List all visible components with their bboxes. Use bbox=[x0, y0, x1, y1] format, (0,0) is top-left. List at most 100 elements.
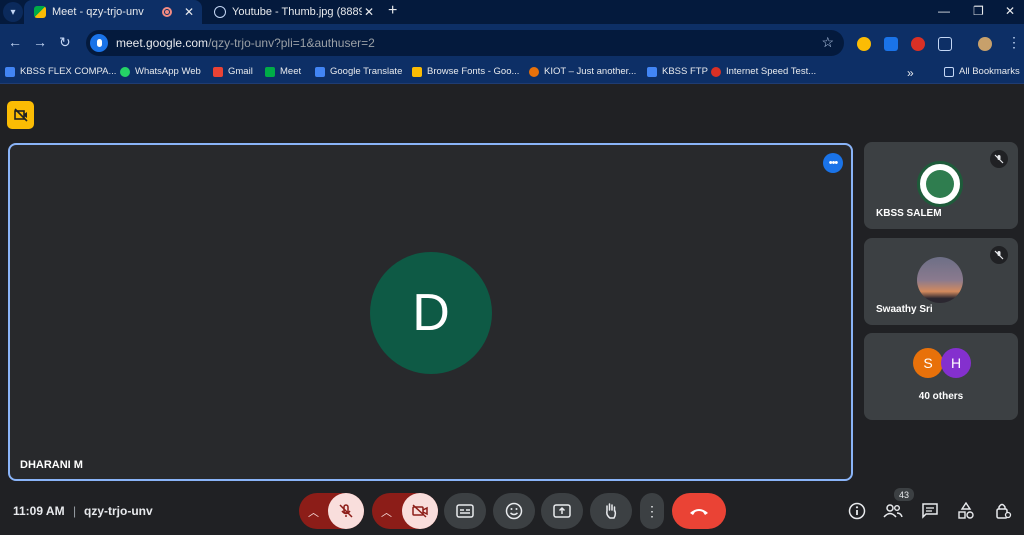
bookmark-label: KIOT – Just another... bbox=[544, 66, 637, 77]
url-path: /qzy-trjo-unv?pli=1&authuser=2 bbox=[208, 36, 375, 50]
bookmark-item[interactable]: WhatsApp Web bbox=[120, 66, 201, 77]
more-options-icon[interactable]: ••• bbox=[823, 153, 843, 173]
back-button[interactable]: ← bbox=[8, 34, 22, 50]
all-bookmarks-label: All Bookmarks bbox=[959, 66, 1020, 77]
bookmark-label: Meet bbox=[280, 66, 302, 77]
camera-toggle-button[interactable] bbox=[402, 493, 438, 529]
forward-button[interactable]: → bbox=[33, 34, 47, 50]
bookmark-favicon-icon bbox=[5, 66, 15, 77]
mic-muted-icon bbox=[990, 150, 1008, 168]
close-tab-icon[interactable]: ✕ bbox=[182, 5, 196, 19]
hang-up-icon bbox=[690, 509, 708, 515]
tab-youtube[interactable]: Youtube - Thumb.jpg (8889×50 ✕ bbox=[204, 0, 382, 24]
tab-meet[interactable]: Meet - qzy-trjo-unv ✕ bbox=[24, 0, 202, 24]
main-participant-name: DHARANI M bbox=[20, 459, 83, 471]
people-button[interactable] bbox=[883, 501, 903, 521]
extensions-puzzle-icon[interactable] bbox=[938, 37, 952, 51]
bookmarks-overflow-button[interactable]: » bbox=[907, 66, 914, 80]
present-screen-button[interactable] bbox=[541, 493, 583, 529]
tab-title: Youtube - Thumb.jpg (8889×50 bbox=[232, 6, 362, 18]
bookmark-item[interactable]: Browse Fonts - Goo... bbox=[412, 66, 519, 77]
bookmark-label: Gmail bbox=[228, 66, 253, 77]
chat-icon bbox=[922, 503, 938, 519]
browser-menu-icon[interactable]: ⋮ bbox=[1007, 34, 1021, 51]
host-controls-button[interactable] bbox=[993, 501, 1013, 521]
activities-button[interactable] bbox=[956, 501, 976, 521]
mic-toggle-button[interactable] bbox=[328, 493, 364, 529]
main-avatar: D bbox=[370, 252, 492, 374]
bookmark-label: Internet Speed Test... bbox=[726, 66, 817, 77]
bookmark-label: WhatsApp Web bbox=[135, 66, 201, 77]
mic-muted-icon bbox=[990, 246, 1008, 264]
more-vert-icon: ⋮ bbox=[645, 502, 659, 519]
tab-search-button[interactable]: ▾ bbox=[3, 2, 23, 22]
participant-tile-swaathy-sri[interactable]: Swaathy Sri bbox=[864, 238, 1018, 325]
close-tab-icon[interactable]: ✕ bbox=[362, 5, 376, 19]
close-window-icon[interactable]: ✕ bbox=[1005, 4, 1015, 18]
audio-control-group: ︿ bbox=[299, 493, 364, 529]
bookmark-item[interactable]: KBSS FTP bbox=[647, 66, 708, 77]
emoji-icon bbox=[505, 502, 523, 520]
raise-hand-button[interactable] bbox=[590, 493, 632, 529]
kiot-icon bbox=[529, 66, 539, 77]
mic-off-icon bbox=[339, 504, 353, 518]
folder-icon bbox=[944, 66, 954, 77]
people-icon bbox=[883, 504, 903, 518]
host-controls-icon bbox=[996, 503, 1012, 519]
restore-icon[interactable]: ❐ bbox=[973, 4, 984, 18]
meet-favicon-icon bbox=[34, 6, 46, 18]
bookmark-item[interactable]: Google Translate bbox=[315, 66, 402, 77]
video-off-icon bbox=[412, 504, 428, 518]
bookmark-star-icon[interactable]: ☆ bbox=[821, 34, 834, 51]
others-count-label: 40 others bbox=[918, 391, 964, 402]
bookmark-label: KBSS FTP bbox=[662, 66, 708, 77]
more-options-button[interactable]: ⋮ bbox=[640, 493, 664, 529]
extension-icon[interactable] bbox=[911, 37, 925, 51]
main-video-tile[interactable]: D ••• DHARANI M bbox=[8, 143, 853, 481]
address-bar[interactable]: meet.google.com/qzy-trjo-unv?pli=1&authu… bbox=[86, 30, 844, 56]
people-count-badge: 43 bbox=[894, 488, 914, 501]
kbss-icon bbox=[647, 66, 657, 77]
bookmark-label: KBSS FLEX COMPA... bbox=[20, 66, 117, 77]
new-tab-button[interactable]: + bbox=[388, 2, 397, 20]
url-text: meet.google.com/qzy-trjo-unv?pli=1&authu… bbox=[116, 36, 375, 50]
bookmark-item[interactable]: KBSS FLEX COMPA... bbox=[5, 66, 116, 77]
extension-icon[interactable] bbox=[857, 37, 871, 51]
kbss-logo-avatar bbox=[917, 161, 963, 207]
site-info-icon[interactable] bbox=[90, 34, 108, 52]
audio-options-chevron-icon[interactable]: ︿ bbox=[308, 504, 319, 520]
minimize-icon[interactable]: — bbox=[938, 4, 950, 18]
chat-button[interactable] bbox=[920, 501, 940, 521]
bookmarks-bar: KBSS FLEX COMPA... WhatsApp Web Gmail Me… bbox=[0, 62, 1024, 84]
leave-call-button[interactable] bbox=[672, 493, 726, 529]
participant-photo-avatar bbox=[917, 257, 963, 303]
captions-button[interactable] bbox=[444, 493, 486, 529]
bookmark-item[interactable]: Meet bbox=[265, 66, 301, 77]
camera-off-badge[interactable] bbox=[7, 101, 34, 129]
fonts-icon bbox=[412, 66, 422, 77]
emoji-reactions-button[interactable] bbox=[493, 493, 535, 529]
extension-icon[interactable] bbox=[884, 37, 898, 51]
others-avatar: H bbox=[941, 348, 971, 378]
speedtest-icon bbox=[711, 66, 721, 77]
profile-avatar[interactable] bbox=[978, 37, 992, 51]
activities-icon bbox=[958, 502, 974, 519]
video-control-group: ︿ bbox=[372, 493, 438, 529]
reload-button[interactable]: ↻ bbox=[59, 34, 71, 51]
tab-title: Meet - qzy-trjo-unv bbox=[52, 6, 144, 18]
all-bookmarks-button[interactable]: All Bookmarks bbox=[944, 66, 1020, 77]
meeting-clock: 11:09 AM bbox=[13, 504, 65, 518]
bookmark-item[interactable]: KIOT – Just another... bbox=[529, 66, 636, 77]
meeting-info-button[interactable] bbox=[847, 501, 867, 521]
participant-tile-kbss-salem[interactable]: KBSS SALEM bbox=[864, 142, 1018, 229]
gmail-icon bbox=[213, 66, 223, 77]
others-avatar: S bbox=[913, 348, 943, 378]
others-tile[interactable]: S H 40 others bbox=[864, 333, 1018, 420]
video-options-chevron-icon[interactable]: ︿ bbox=[381, 504, 392, 520]
separator: | bbox=[73, 504, 77, 518]
present-icon bbox=[553, 504, 571, 518]
translate-icon bbox=[315, 66, 325, 77]
bookmark-label: Browse Fonts - Goo... bbox=[427, 66, 520, 77]
bookmark-item[interactable]: Internet Speed Test... bbox=[711, 66, 816, 77]
bookmark-item[interactable]: Gmail bbox=[213, 66, 253, 77]
